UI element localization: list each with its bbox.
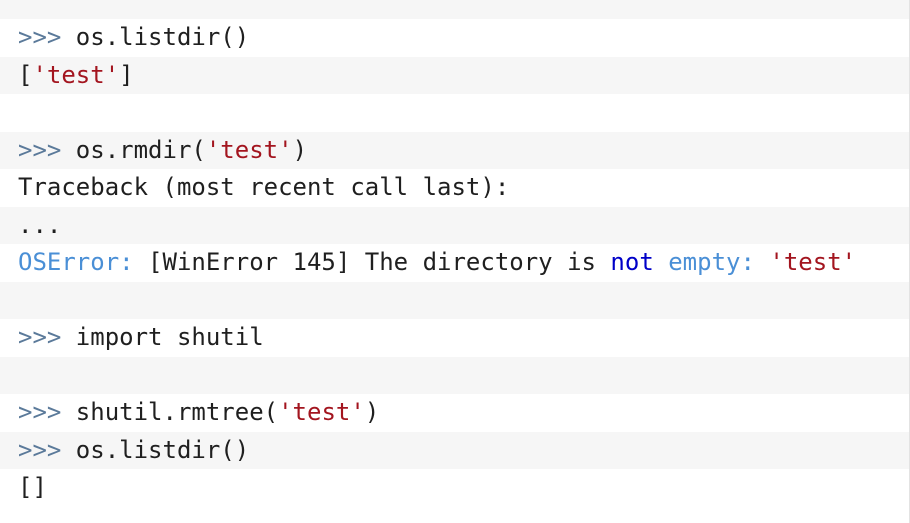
console-line-input: >>> shutil.rmtree('test') (0, 394, 909, 432)
console-line-output: Traceback (most recent call last): (0, 169, 909, 207)
prompt: >>> (18, 398, 62, 426)
console-line-output: [] (0, 469, 909, 507)
code: ] (119, 60, 134, 89)
string-literal: 'test' (205, 135, 293, 164)
prompt: >>> (18, 135, 62, 164)
error-name: OSError: (18, 248, 134, 276)
traceback-text: Traceback (most recent call last): (18, 173, 510, 201)
string-literal: 'test' (32, 60, 120, 89)
code: import shutil (61, 323, 264, 351)
console-line-blank (0, 94, 909, 132)
console-line-input: >>> os.listdir() (0, 19, 909, 57)
code: ) (364, 398, 380, 426)
console-line-input: >>> os.rmdir('test') (0, 131, 909, 169)
code: os.listdir() (61, 435, 250, 464)
prompt: >>> (18, 23, 62, 51)
prompt: >>> (18, 323, 62, 351)
console-line-input: >>> os.listdir() (0, 431, 909, 469)
error-message: [WinError 145] The directory is (133, 248, 611, 276)
ellipsis-text: ... (18, 210, 62, 239)
code: os.listdir() (61, 23, 250, 51)
error-word: empty: (668, 248, 755, 276)
prompt: >>> (18, 435, 62, 464)
console-line-blank (0, 281, 909, 319)
python-console-transcript: >>> os.listdir() ['test'] >>> os.rmdir('… (0, 0, 910, 523)
code: ) (292, 135, 308, 164)
empty-list-text: [] (18, 473, 47, 501)
code: os.rmdir( (61, 135, 206, 164)
string-literal: 'test' (769, 248, 857, 276)
console-line-error: OSError: [WinError 145] The directory is… (0, 244, 909, 282)
string-literal: 'test' (278, 398, 365, 426)
console-line-output: ... (0, 206, 909, 244)
keyword: not (610, 248, 654, 276)
console-line-blank (0, 356, 909, 394)
console-line-input: >>> import shutil (0, 319, 909, 357)
console-line-output: ['test'] (0, 56, 909, 94)
code: [ (18, 60, 33, 89)
code: shutil.rmtree( (61, 398, 279, 426)
error-message (654, 248, 668, 276)
error-message (755, 248, 769, 276)
top-stripe (0, 0, 909, 19)
